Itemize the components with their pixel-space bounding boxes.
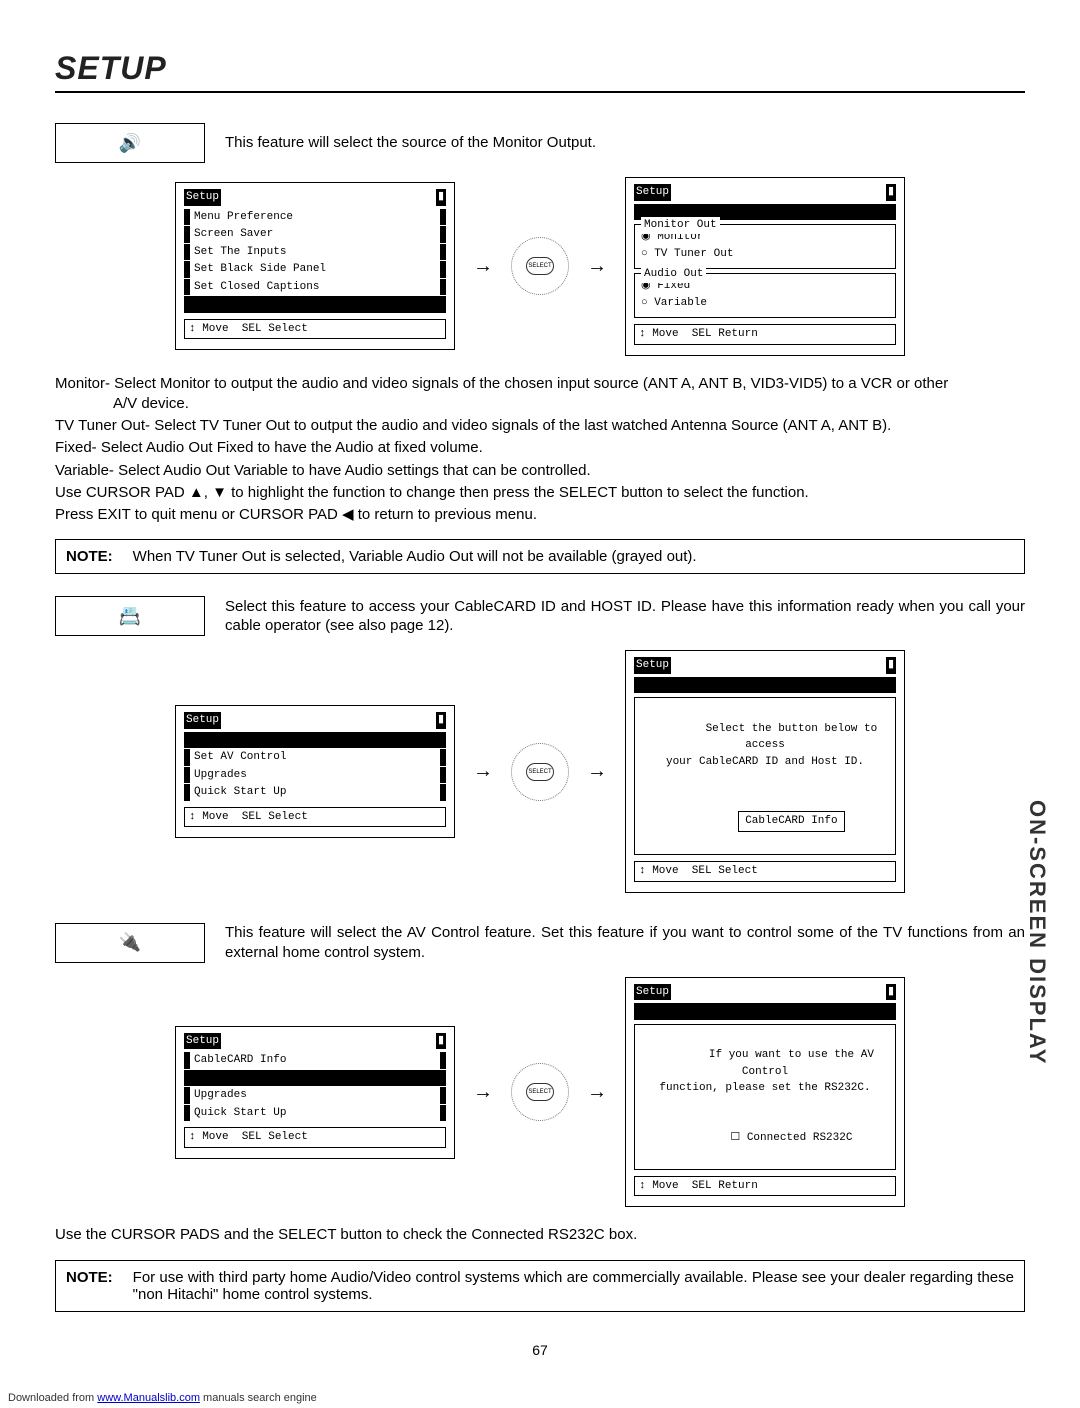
arrow-right-icon: → (473, 760, 493, 783)
section1-screens: Setup▮ Menu Preference Screen Saver Set … (55, 177, 1025, 356)
section1-intro: This feature will select the source of t… (225, 133, 1025, 153)
select-dpad: SELECT (511, 237, 569, 295)
osd-cablecard-info: Setup▮ Select the button below to access… (625, 650, 905, 893)
arrow-right-icon: → (587, 1081, 607, 1104)
cablecard-icon: 📇 (55, 596, 205, 636)
section1-note: NOTE: When TV Tuner Out is selected, Var… (55, 539, 1025, 574)
arrow-right-icon: → (587, 255, 607, 278)
osd-av-control: Setup▮ If you want to use the AV Control… (625, 977, 905, 1208)
side-label: ON-SCREEN DISPLAY (1024, 800, 1050, 1065)
section3-body: Use the CURSOR PADS and the SELECT butto… (55, 1225, 1025, 1245)
arrow-right-icon: → (587, 760, 607, 783)
osd-setup-menu: Setup▮ Menu Preference Screen Saver Set … (175, 182, 455, 350)
manualslib-link[interactable]: www.Manualslib.com (97, 1392, 200, 1404)
footer: Downloaded from www.Manualslib.com manua… (0, 1388, 1080, 1408)
section2-intro: Select this feature to access your Cable… (225, 597, 1025, 636)
section3-screens: Setup▮ CableCARD Info Upgrades Quick Sta… (55, 977, 1025, 1208)
speaker-icon: 🔊 (55, 123, 205, 163)
section1-body: Monitor- Select Monitor to output the au… (55, 374, 1025, 415)
section2-screens: Setup▮ Set AV Control Upgrades Quick Sta… (55, 650, 1025, 893)
arrow-right-icon: → (473, 255, 493, 278)
title-rule (55, 91, 1025, 93)
select-dpad: SELECT (511, 743, 569, 801)
cablecard-info-button: CableCARD Info (738, 811, 844, 832)
connected-rs232c-checkbox: Connected RS232C (730, 1132, 852, 1144)
select-dpad: SELECT (511, 1063, 569, 1121)
page-title: SETUP (55, 50, 1025, 87)
arrow-right-icon: → (473, 1081, 493, 1104)
osd-monitor-out: Setup▮ Monitor Out Monitor TV Tuner Out … (625, 177, 905, 356)
section3-intro: This feature will select the AV Control … (225, 923, 1025, 962)
osd-setup-menu-2: Setup▮ Set AV Control Upgrades Quick Sta… (175, 705, 455, 838)
page-number: 67 (55, 1342, 1025, 1358)
avcontrol-icon: 🔌 (55, 923, 205, 963)
osd-setup-menu-3: Setup▮ CableCARD Info Upgrades Quick Sta… (175, 1026, 455, 1159)
section3-note: NOTE: For use with third party home Audi… (55, 1260, 1025, 1312)
